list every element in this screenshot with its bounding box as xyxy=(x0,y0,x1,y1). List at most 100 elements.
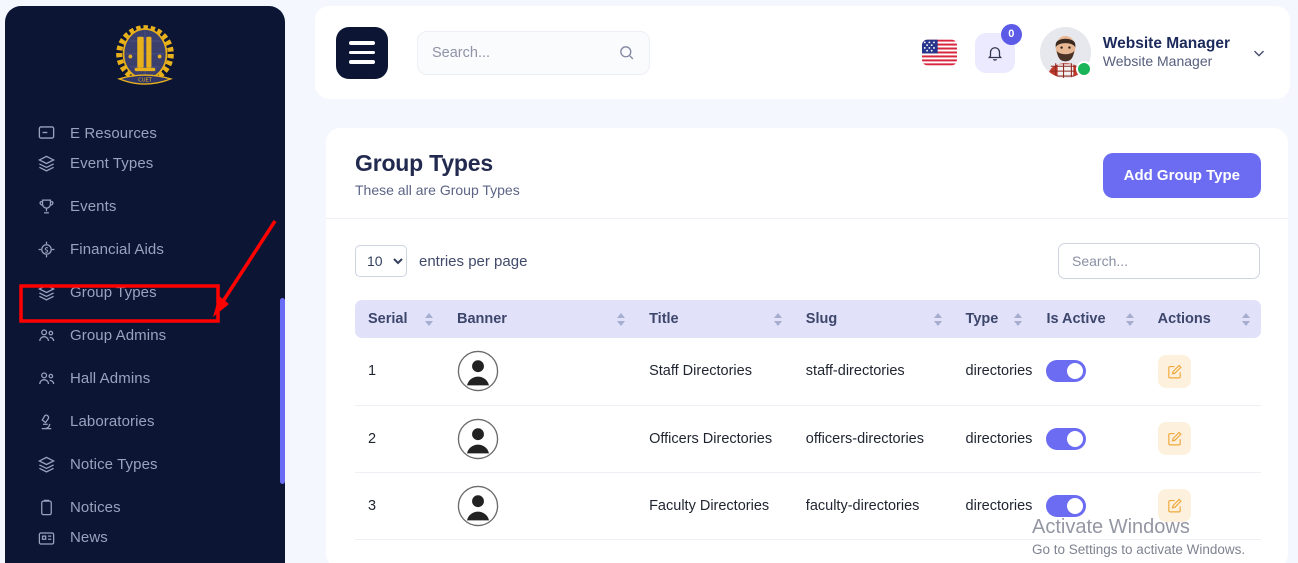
sidebar-item-label: Notices xyxy=(70,499,121,516)
sidebar-item-label: Financial Aids xyxy=(70,241,164,258)
column-label: Slug xyxy=(806,311,837,327)
sidebar-item-label: Laboratories xyxy=(70,413,155,430)
cell-slug: faculty-directories xyxy=(793,472,953,539)
top-header: Search... xyxy=(315,6,1290,99)
sidebar-item-label: Group Admins xyxy=(70,327,166,344)
users-icon xyxy=(37,369,56,388)
is-active-toggle[interactable] xyxy=(1046,428,1086,450)
table-controls: 10 25 50 100 entries per page xyxy=(326,219,1288,279)
sidebar-item-group-types[interactable]: Group Types xyxy=(5,271,285,314)
edit-pencil-icon xyxy=(1166,497,1183,514)
svg-text:CUET: CUET xyxy=(138,78,153,84)
sidebar-item-financial-aids[interactable]: Financial Aids xyxy=(5,228,285,271)
column-header-serial[interactable]: Serial xyxy=(355,300,444,338)
sort-icon[interactable] xyxy=(774,313,782,326)
clipboard-icon xyxy=(37,498,56,517)
is-active-toggle[interactable] xyxy=(1046,360,1086,382)
column-label: Type xyxy=(966,311,999,327)
watermark-title: Activate Windows xyxy=(1032,516,1277,538)
column-label: Serial xyxy=(368,311,408,327)
add-group-type-button[interactable]: Add Group Type xyxy=(1103,153,1261,198)
search-icon[interactable] xyxy=(618,44,635,61)
layers-icon xyxy=(37,154,56,173)
chevron-down-icon[interactable] xyxy=(1250,44,1268,62)
user-info[interactable]: Website Manager Website Manager xyxy=(1103,34,1230,72)
column-header-is-active[interactable]: Is Active xyxy=(1033,300,1144,338)
sort-icon[interactable] xyxy=(1126,313,1134,326)
table-row: 2 Officers Directories officers-director… xyxy=(355,405,1261,472)
sidebar-item-group-admins[interactable]: Group Admins xyxy=(5,314,285,357)
cell-type: directories xyxy=(953,405,1034,472)
sidebar-item-hall-admins[interactable]: Hall Admins xyxy=(5,357,285,400)
sidebar-item-notices[interactable]: Notices xyxy=(5,486,285,529)
sort-icon[interactable] xyxy=(1242,313,1250,326)
cell-actions xyxy=(1145,338,1261,405)
layers-icon xyxy=(37,455,56,474)
sidebar-item-news[interactable]: News xyxy=(5,529,285,551)
dollar-target-icon xyxy=(37,240,56,259)
cell-serial: 1 xyxy=(355,338,444,405)
us-flag-icon[interactable] xyxy=(922,39,957,66)
cell-type: directories xyxy=(953,472,1034,539)
resources-icon xyxy=(37,123,56,142)
sort-icon[interactable] xyxy=(934,313,942,326)
cell-title: Staff Directories xyxy=(636,338,793,405)
sidebar-item-event-types[interactable]: Event Types xyxy=(5,142,285,185)
sidebar-item-label: Notice Types xyxy=(70,456,158,473)
online-status-indicator xyxy=(1076,61,1092,77)
cell-is-active xyxy=(1033,405,1144,472)
column-header-title[interactable]: Title xyxy=(636,300,793,338)
content-card: Group Types These all are Group Types Ad… xyxy=(326,128,1288,563)
placeholder-avatar-icon xyxy=(457,350,499,392)
sort-icon[interactable] xyxy=(617,313,625,326)
notification-count-badge: 0 xyxy=(1001,24,1022,45)
global-search[interactable]: Search... xyxy=(417,31,650,75)
cell-title: Faculty Directories xyxy=(636,472,793,539)
table-wrapper: Serial Banner Title Slug xyxy=(326,279,1288,540)
column-header-type[interactable]: Type xyxy=(953,300,1034,338)
sidebar-item-label: Group Types xyxy=(70,284,157,301)
cell-type: directories xyxy=(953,338,1034,405)
header-actions: 0 xyxy=(922,27,1268,78)
column-header-banner[interactable]: Banner xyxy=(444,300,636,338)
trophy-icon xyxy=(37,197,56,216)
sidebar: CUET E Resources Event Types xyxy=(5,6,285,563)
placeholder-avatar-icon xyxy=(457,485,499,527)
edit-pencil-icon xyxy=(1166,363,1183,380)
entries-per-page-select[interactable]: 10 25 50 100 xyxy=(355,245,407,277)
sort-icon[interactable] xyxy=(425,313,433,326)
entries-per-page-label: entries per page xyxy=(419,253,527,270)
sidebar-item-label: Event Types xyxy=(70,155,153,172)
sort-icon[interactable] xyxy=(1014,313,1022,326)
cell-slug: officers-directories xyxy=(793,405,953,472)
sidebar-item-label: News xyxy=(70,529,108,546)
table-body: 1 Staff Directories staff-directories di… xyxy=(355,338,1261,539)
column-header-slug[interactable]: Slug xyxy=(793,300,953,338)
edit-button[interactable] xyxy=(1158,422,1191,455)
sidebar-scrollbar[interactable] xyxy=(280,298,285,484)
sidebar-item-laboratories[interactable]: Laboratories xyxy=(5,400,285,443)
sidebar-item-e-resources[interactable]: E Resources xyxy=(5,116,285,142)
watermark-subtitle: Go to Settings to activate Windows. xyxy=(1032,542,1277,557)
avatar[interactable] xyxy=(1040,27,1091,78)
windows-activation-watermark: Activate Windows Go to Settings to activ… xyxy=(1032,516,1277,557)
page-subtitle: These all are Group Types xyxy=(355,182,520,198)
sidebar-nav: E Resources Event Types Events Fi xyxy=(5,114,285,551)
menu-toggle-button[interactable] xyxy=(336,27,388,79)
sidebar-item-label: Hall Admins xyxy=(70,370,150,387)
hamburger-icon-bar xyxy=(349,60,375,64)
sidebar-item-label: E Resources xyxy=(70,125,157,142)
is-active-toggle[interactable] xyxy=(1046,495,1086,517)
user-name: Website Manager xyxy=(1103,34,1230,54)
column-header-actions[interactable]: Actions xyxy=(1145,300,1261,338)
sidebar-item-notice-types[interactable]: Notice Types xyxy=(5,443,285,486)
hamburger-icon-bar xyxy=(349,51,375,55)
notifications-button[interactable]: 0 xyxy=(975,33,1015,73)
table-search-input[interactable] xyxy=(1058,243,1260,279)
sidebar-logo[interactable]: CUET xyxy=(5,6,285,114)
sidebar-item-events[interactable]: Events xyxy=(5,185,285,228)
cuet-crest-logo-icon: CUET xyxy=(102,17,188,103)
users-icon xyxy=(37,326,56,345)
search-input-placeholder[interactable]: Search... xyxy=(432,45,618,61)
edit-button[interactable] xyxy=(1158,355,1191,388)
